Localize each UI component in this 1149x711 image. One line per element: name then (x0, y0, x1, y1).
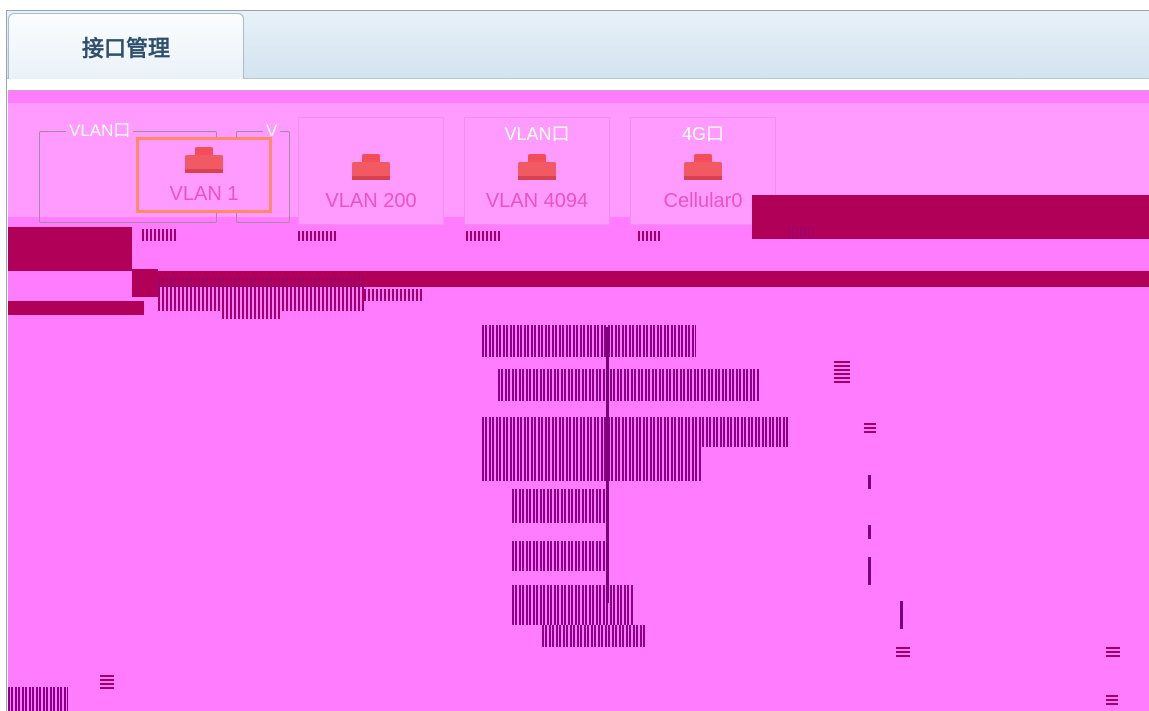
glitch-texture (8, 687, 68, 711)
glitch-bar (8, 227, 132, 271)
glitch-texture (482, 417, 788, 447)
glitch-texture (482, 325, 696, 357)
glitch-texture (788, 227, 814, 237)
ethernet-port-icon (352, 154, 390, 184)
ethernet-port-icon (518, 154, 556, 184)
tab-interface-management[interactable]: 接口管理 (8, 13, 244, 79)
glitch-bar (8, 301, 144, 315)
glitch-line (900, 601, 903, 629)
interface-name: VLAN 1 (169, 183, 239, 205)
glitch-texture (482, 447, 702, 481)
glitch-texture (512, 541, 606, 571)
glitch-texture (512, 489, 606, 523)
glitch-texture (222, 299, 282, 319)
glitch-texture (1106, 645, 1120, 657)
glitch-texture (512, 585, 634, 625)
interface-window: 接口管理 VLAN口 V VLAN 1 VLAN 200 VLAN口 VLAN … (6, 10, 1149, 711)
glitch-texture (100, 675, 114, 689)
tab-strip: 接口管理 (7, 11, 1149, 79)
vlan-group-legend: VLAN口 (66, 121, 134, 141)
glitch-line (868, 525, 871, 539)
interface-card-vlan-200[interactable]: VLAN 200 (298, 117, 444, 225)
glitch-texture (498, 369, 760, 401)
glitch-bar (132, 269, 158, 297)
glitch-texture (466, 231, 502, 241)
interface-card-vlan-1[interactable]: VLAN 1 (136, 137, 272, 213)
glitch-texture (896, 645, 910, 657)
glitch-texture (834, 359, 850, 383)
glitch-texture (638, 231, 662, 241)
glitch-line (868, 557, 871, 585)
tab-label: 接口管理 (81, 36, 170, 62)
interface-name: VLAN 4094 (485, 190, 589, 212)
interface-type: 4G口 (681, 124, 724, 144)
interface-type: VLAN口 (504, 124, 570, 144)
glitch-texture (542, 625, 646, 647)
glitch-texture (298, 231, 338, 241)
glitch-texture (142, 229, 178, 241)
interface-panel: VLAN口 V VLAN 1 VLAN 200 VLAN口 VLAN 4094 … (8, 90, 1149, 711)
interface-name: VLAN 200 (325, 190, 417, 212)
ethernet-port-icon (684, 154, 722, 184)
glitch-line (606, 327, 609, 603)
glitch-texture (1106, 695, 1118, 705)
glitch-texture (364, 289, 424, 301)
glitch-texture (864, 421, 876, 433)
glitch-line (868, 475, 871, 489)
interface-card-vlan-4094[interactable]: VLAN口 VLAN 4094 (464, 117, 610, 225)
interface-name: Cellular0 (663, 190, 743, 212)
ethernet-port-icon (185, 147, 223, 177)
